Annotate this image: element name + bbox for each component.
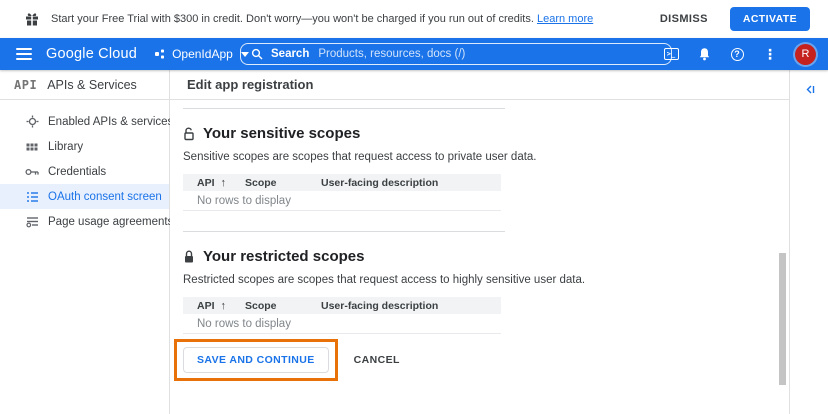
section-heading: Your restricted scopes (203, 248, 364, 265)
divider (183, 108, 505, 109)
sidebar-item-oauth-consent-screen[interactable]: OAuth consent screen (0, 184, 169, 209)
form-actions: SAVE AND CONTINUE CANCEL (183, 339, 789, 381)
search-label: Search (271, 48, 309, 60)
account-avatar[interactable]: R (795, 44, 816, 65)
restricted-scopes-table: API ↑ Scope User-facing description No r… (183, 297, 501, 334)
api-product-logo: API (14, 78, 37, 92)
sort-ascending-icon: ↑ (221, 300, 227, 312)
page-header: Edit app registration (170, 70, 789, 100)
divider (183, 231, 505, 232)
google-cloud-logo[interactable]: Google Cloud (46, 46, 137, 62)
cloud-shell-icon[interactable]: >_ (663, 46, 679, 62)
search-placeholder: Products, resources, docs (/) (318, 48, 465, 60)
section-description: Restricted scopes are scopes that reques… (183, 274, 789, 286)
agreements-icon (25, 215, 39, 229)
dashboard-icon (25, 115, 39, 129)
notifications-bell-icon[interactable] (696, 46, 712, 62)
column-header-api[interactable]: API ↑ (183, 177, 245, 189)
project-name: OpenIdApp (172, 47, 233, 61)
project-selector[interactable]: OpenIdApp (155, 47, 249, 61)
sort-ascending-icon: ↑ (221, 177, 227, 189)
empty-table-message: No rows to display (183, 314, 501, 334)
app-bar: Google Cloud OpenIdApp Search Products, … (0, 38, 828, 70)
annotation-highlight-box: SAVE AND CONTINUE (174, 339, 338, 381)
main-panel: Edit app registration Your sensitive sco… (170, 70, 790, 414)
activate-button[interactable]: ACTIVATE (730, 7, 810, 31)
sidebar-item-credentials[interactable]: Credentials (0, 159, 169, 184)
sensitive-scopes-table: API ↑ Scope User-facing description No r… (183, 174, 501, 211)
sensitive-scopes-section: Your sensitive scopes (183, 125, 789, 142)
page-title: Edit app registration (187, 77, 313, 92)
project-icon (155, 49, 166, 60)
banner-text: Start your Free Trial with $300 in credi… (51, 13, 593, 25)
lock-closed-icon (183, 250, 195, 264)
more-options-icon[interactable]: ⋮ (762, 46, 778, 62)
vertical-scrollbar[interactable] (779, 253, 786, 385)
sidebar: API APIs & Services Enabled APIs & servi… (0, 70, 170, 414)
restricted-scopes-section: Your restricted scopes (183, 248, 789, 265)
help-icon[interactable]: ? (729, 46, 745, 62)
dismiss-button[interactable]: DISMISS (660, 13, 708, 25)
sidebar-item-library[interactable]: Library (0, 134, 169, 159)
table-header-row: API ↑ Scope User-facing description (183, 174, 501, 191)
column-header-description[interactable]: User-facing description (321, 177, 501, 189)
library-icon (25, 140, 39, 154)
lock-open-icon (183, 127, 195, 141)
google-cloud-console: Start your Free Trial with $300 in credi… (0, 0, 828, 414)
menu-icon[interactable] (16, 48, 32, 60)
consent-screen-icon (25, 190, 39, 204)
column-header-scope[interactable]: Scope (245, 300, 321, 312)
sidebar-header: API APIs & Services (0, 70, 169, 100)
section-heading: Your sensitive scopes (203, 125, 360, 142)
table-header-row: API ↑ Scope User-facing description (183, 297, 501, 314)
edit-app-registration-form: Your sensitive scopes Sensitive scopes a… (170, 100, 789, 381)
sidebar-item-enabled-apis[interactable]: Enabled APIs & services (0, 109, 169, 134)
key-icon (25, 165, 39, 179)
column-header-api[interactable]: API ↑ (183, 300, 245, 312)
sidebar-nav: Enabled APIs & services Library (0, 109, 169, 234)
search-input[interactable]: Search Products, resources, docs (/) (240, 43, 672, 65)
search-icon (251, 48, 263, 60)
section-description: Sensitive scopes are scopes that request… (183, 151, 789, 163)
cancel-button[interactable]: CANCEL (354, 354, 400, 366)
gift-icon (25, 12, 39, 26)
sidebar-title: APIs & Services (47, 78, 137, 92)
column-header-scope[interactable]: Scope (245, 177, 321, 189)
sidebar-item-page-usage-agreements[interactable]: Page usage agreements (0, 209, 169, 234)
learn-more-link[interactable]: Learn more (537, 13, 593, 25)
empty-table-message: No rows to display (183, 191, 501, 211)
collapse-panel-icon[interactable] (805, 81, 815, 99)
save-and-continue-button[interactable]: SAVE AND CONTINUE (183, 347, 329, 373)
column-header-description[interactable]: User-facing description (321, 300, 501, 312)
free-trial-banner: Start your Free Trial with $300 in credi… (0, 0, 828, 38)
